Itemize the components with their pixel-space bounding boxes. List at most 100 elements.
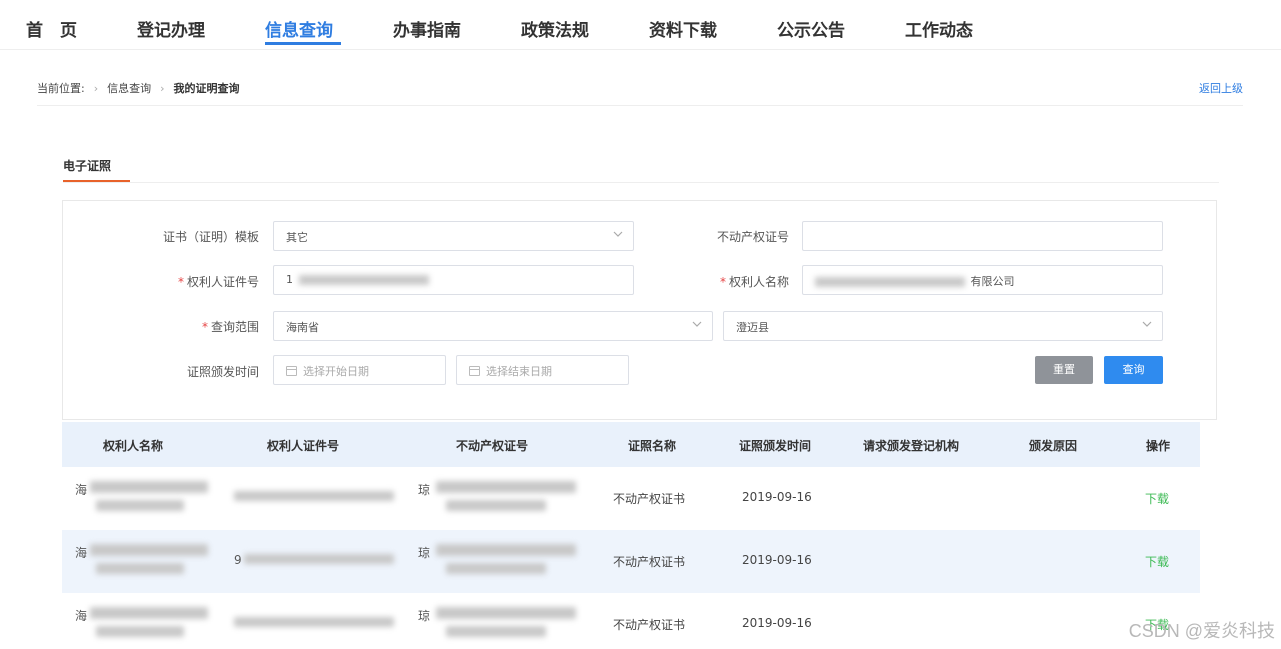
nav-item-news[interactable]: 工作动态	[905, 16, 973, 41]
nav-item-info-query[interactable]: 信息查询	[265, 16, 333, 41]
holder-name-input[interactable]: 有限公司	[802, 265, 1163, 295]
holder-id-prefix: 9	[234, 553, 242, 567]
col-cert-no: 不动产权证号	[456, 439, 529, 453]
cert-no-input[interactable]	[802, 221, 1163, 251]
top-navigation: 首 页 登记办理 信息查询 办事指南 政策法规 资料下载 公示公告 工作动态	[0, 0, 1281, 50]
table-header: 权利人名称 权利人证件号 不动产权证号 证照名称 证照颁发时间 请求颁发登记机构…	[62, 422, 1200, 467]
holder-name-prefix: 海	[75, 609, 88, 623]
issue-date: 2019-09-16	[742, 490, 812, 504]
table-row: 海 琼 不动产权证书 2019-09-16 下载	[62, 467, 1200, 530]
col-issue-date: 证照颁发时间	[739, 439, 812, 453]
col-issuing-agency: 请求颁发登记机构	[863, 439, 960, 453]
breadcrumb: 当前位置: › 信息查询 › 我的证明查询	[37, 80, 240, 96]
redacted-text	[96, 500, 184, 511]
chevron-down-icon	[1142, 321, 1152, 327]
required-mark: *	[719, 275, 726, 289]
table-row: 海 琼 不动产权证书 2019-09-16 下载	[62, 593, 1200, 649]
date-start-placeholder: 选择开始日期	[303, 365, 369, 378]
table-row: 海 9 琼 不动产权证书 2019-09-16 下载	[62, 530, 1200, 593]
scope-label: * 查询范围	[202, 318, 259, 335]
date-end-input[interactable]: 选择结束日期	[456, 355, 629, 385]
redacted-text	[234, 491, 394, 501]
breadcrumb-divider	[37, 105, 1243, 106]
holder-name-prefix: 海	[75, 483, 88, 497]
redacted-text	[96, 626, 184, 637]
date-label: 证照颁发时间	[186, 365, 259, 379]
download-link[interactable]: 下载	[1145, 553, 1169, 570]
scope-county-value: 澄迈县	[736, 321, 769, 334]
license-name: 不动产权证书	[613, 618, 686, 632]
redacted-text	[436, 481, 576, 493]
redacted-text	[90, 544, 208, 556]
date-start-input[interactable]: 选择开始日期	[273, 355, 446, 385]
template-value: 其它	[286, 231, 308, 244]
redacted-text	[90, 607, 208, 619]
back-link[interactable]: 返回上级	[1199, 80, 1243, 96]
query-form: 证书（证明）模板 其它 不动产权证号 * 权利人证件号 1 * 权利人名称 有限公司…	[62, 200, 1217, 420]
tab-bar-line	[63, 182, 1219, 183]
nav-item-guide[interactable]: 办事指南	[393, 16, 461, 41]
holder-id-input[interactable]: 1	[273, 265, 634, 295]
col-holder-id: 权利人证件号	[267, 439, 340, 453]
redacted-text	[446, 563, 546, 574]
redacted-text	[244, 554, 394, 564]
required-mark: *	[201, 320, 208, 334]
redacted-text	[298, 275, 429, 285]
redacted-text	[446, 500, 546, 511]
date-end-placeholder: 选择结束日期	[486, 365, 552, 378]
holder-id-visible: 1	[286, 273, 293, 286]
redacted-text	[96, 563, 184, 574]
redacted-text	[436, 544, 576, 556]
calendar-icon	[469, 366, 480, 376]
redacted-text	[90, 481, 208, 493]
license-name: 不动产权证书	[613, 492, 686, 506]
issue-date: 2019-09-16	[742, 616, 812, 630]
nav-item-downloads[interactable]: 资料下载	[649, 16, 717, 41]
nav-active-underline	[265, 42, 341, 45]
template-select[interactable]: 其它	[273, 221, 634, 251]
nav-item-policy[interactable]: 政策法规	[521, 16, 589, 41]
col-reason: 颁发原因	[1029, 439, 1078, 453]
breadcrumb-separator-icon: ›	[93, 82, 99, 95]
breadcrumb-current: 我的证明查询	[173, 82, 240, 95]
cert-no-prefix: 琼	[418, 609, 431, 623]
scope-province-select[interactable]: 海南省	[273, 311, 713, 341]
redacted-text	[446, 626, 546, 637]
scope-county-select[interactable]: 澄迈县	[723, 311, 1163, 341]
chevron-down-icon	[613, 231, 623, 237]
holder-name-prefix: 海	[75, 546, 88, 560]
col-action: 操作	[1146, 439, 1171, 453]
tab-e-license[interactable]: 电子证照	[63, 157, 111, 174]
redacted-text	[815, 277, 965, 287]
breadcrumb-info-query[interactable]: 信息查询	[107, 80, 151, 96]
reset-button[interactable]: 重置	[1035, 356, 1093, 384]
chevron-down-icon	[692, 321, 702, 327]
breadcrumb-separator-icon: ›	[160, 82, 165, 95]
scope-province-value: 海南省	[286, 321, 319, 334]
template-label: 证书（证明）模板	[162, 230, 259, 244]
nav-item-registration[interactable]: 登记办理	[137, 16, 205, 41]
download-link[interactable]: 下载	[1145, 490, 1169, 507]
nav-item-home[interactable]: 首 页	[26, 16, 77, 41]
col-license-name: 证照名称	[628, 439, 677, 453]
breadcrumb-prefix: 当前位置:	[37, 82, 85, 95]
redacted-text	[436, 607, 576, 619]
holder-name-visible: 有限公司	[970, 275, 1015, 288]
holder-id-label: * 权利人证件号	[178, 273, 259, 290]
col-holder-name: 权利人名称	[103, 439, 164, 453]
required-mark: *	[177, 275, 184, 289]
scope-label-text: 查询范围	[210, 320, 259, 334]
cert-no-prefix: 琼	[418, 483, 431, 497]
tab-active-underline	[63, 180, 130, 182]
redacted-text	[234, 617, 394, 627]
holder-name-label-text: 权利人名称	[728, 275, 789, 289]
issue-date: 2019-09-16	[742, 553, 812, 567]
license-name: 不动产权证书	[613, 555, 686, 569]
cert-no-prefix: 琼	[418, 546, 431, 560]
search-button[interactable]: 查询	[1104, 356, 1163, 384]
cert-no-label: 不动产权证号	[716, 230, 789, 244]
calendar-icon	[286, 366, 297, 376]
holder-name-label: * 权利人名称	[720, 273, 789, 290]
nav-item-announcements[interactable]: 公示公告	[777, 16, 845, 41]
holder-id-label-text: 权利人证件号	[186, 275, 259, 289]
